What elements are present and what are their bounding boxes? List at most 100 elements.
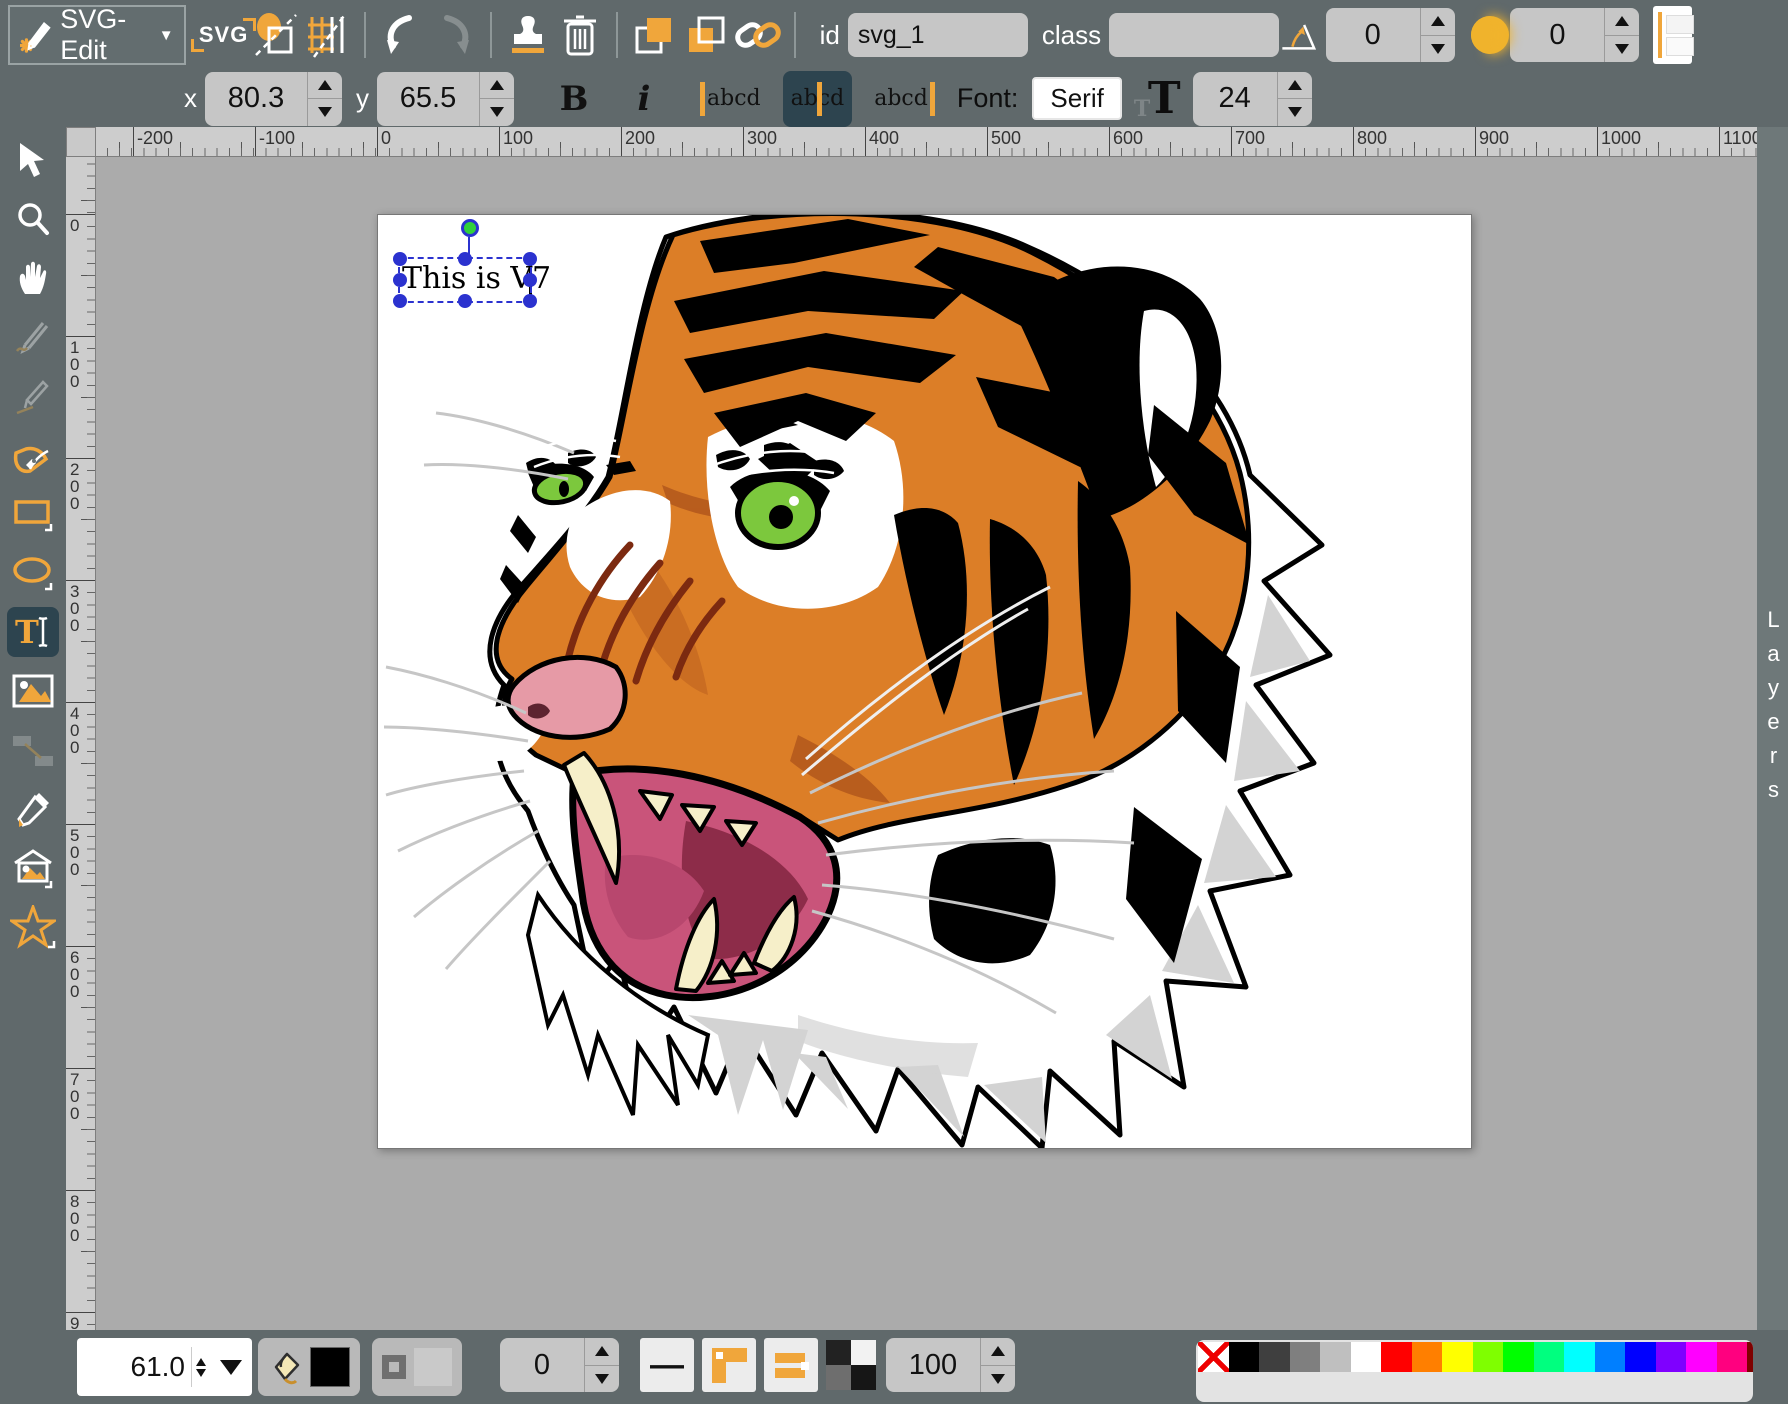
move-to-front-button[interactable]: [628, 9, 680, 61]
angle-down-button[interactable]: [1421, 36, 1455, 63]
move-to-back-button[interactable]: [680, 9, 732, 61]
zoom-value[interactable]: 61.0: [77, 1351, 191, 1383]
palette-swatch-none[interactable]: [1198, 1342, 1229, 1372]
y-up-button[interactable]: [480, 72, 514, 100]
palette-swatch-ff7f00[interactable]: [1412, 1342, 1443, 1372]
palette-swatch-7f00ff[interactable]: [1656, 1342, 1687, 1372]
resize-handle-nw[interactable]: [393, 252, 407, 266]
x-value[interactable]: 80.3: [205, 72, 307, 126]
swatch-panel-button[interactable]: [1653, 6, 1692, 64]
resize-handle-n[interactable]: [458, 252, 472, 266]
pencil-tool-button[interactable]: [7, 312, 59, 362]
font-size-icon: T T: [1148, 73, 1181, 124]
text-anchor-end-button[interactable]: abcd: [866, 71, 941, 127]
palette-swatch-ff0000[interactable]: [1381, 1342, 1412, 1372]
fill-color-swatch[interactable]: [310, 1347, 350, 1387]
palette-swatch-7fff00[interactable]: [1473, 1342, 1504, 1372]
palette-swatch-00ff7f[interactable]: [1534, 1342, 1565, 1372]
font-size-up-button[interactable]: [1278, 72, 1312, 100]
library-tool-button[interactable]: [7, 843, 59, 893]
blur-up-button[interactable]: [1605, 8, 1639, 36]
palette-swatch-3f3f3f[interactable]: [1259, 1342, 1290, 1372]
line-tool-button[interactable]: [7, 371, 59, 421]
stroke-style-button[interactable]: —: [640, 1338, 694, 1392]
tools-dock: T: [0, 127, 66, 1330]
path-tool-button[interactable]: [7, 430, 59, 480]
stroke-width-down-button[interactable]: [585, 1366, 619, 1393]
palette-swatch-7f7f7f[interactable]: [1290, 1342, 1321, 1372]
palette-swatch-7f0000[interactable]: [1747, 1342, 1753, 1372]
palette-swatch-00ff00[interactable]: [1503, 1342, 1534, 1372]
blur-value[interactable]: 0: [1510, 8, 1604, 62]
text-anchor-start-button[interactable]: abcd: [694, 71, 769, 127]
opacity-picker-icon[interactable]: [826, 1340, 876, 1390]
resize-handle-w[interactable]: [393, 273, 407, 287]
angle-up-button[interactable]: [1421, 8, 1455, 36]
source-editor-button[interactable]: SVG: [198, 9, 250, 61]
image-tool-button[interactable]: [7, 666, 59, 716]
star-tool-button[interactable]: [7, 902, 59, 952]
palette-swatch-ffff00[interactable]: [1442, 1342, 1473, 1372]
ellipse-tool-button[interactable]: [7, 548, 59, 598]
angle-value[interactable]: 0: [1326, 8, 1420, 62]
zoom-spin-buttons[interactable]: [191, 1347, 210, 1388]
bold-button[interactable]: B: [548, 73, 600, 125]
resize-handle-s[interactable]: [458, 294, 472, 308]
resize-handle-e[interactable]: [523, 273, 537, 287]
y-value[interactable]: 65.5: [377, 72, 479, 126]
x-up-button[interactable]: [308, 72, 342, 100]
element-class-input[interactable]: [1109, 13, 1279, 57]
stroke-width-up-button[interactable]: [585, 1338, 619, 1366]
grid-snap-button[interactable]: [302, 9, 354, 61]
stroke-width-value[interactable]: 0: [500, 1338, 584, 1392]
tiger-drawing[interactable]: [378, 215, 1471, 1148]
stroke-color-swatch[interactable]: [414, 1348, 452, 1386]
text-tool-button[interactable]: T: [7, 607, 59, 657]
shape-library-button[interactable]: [250, 9, 302, 61]
select-tool-button[interactable]: [7, 135, 59, 185]
workspace[interactable]: This is V7: [96, 157, 1757, 1330]
opacity-value[interactable]: 100: [886, 1338, 980, 1392]
x-down-button[interactable]: [308, 99, 342, 126]
blur-down-button[interactable]: [1605, 36, 1639, 63]
y-down-button[interactable]: [480, 99, 514, 126]
pan-tool-button[interactable]: [7, 253, 59, 303]
main-menu-button[interactable]: SVG-Edit ▼: [8, 5, 186, 65]
element-id-input[interactable]: [848, 13, 1028, 57]
redo-button[interactable]: [428, 9, 480, 61]
paint-bucket-icon: [268, 1349, 302, 1385]
font-family-button[interactable]: Serif: [1032, 77, 1121, 120]
opacity-down-button[interactable]: [981, 1366, 1015, 1393]
resize-handle-ne[interactable]: [523, 252, 537, 266]
resize-handle-se[interactable]: [523, 294, 537, 308]
palette-swatch-0000ff[interactable]: [1625, 1342, 1656, 1372]
layers-panel-toggle[interactable]: Layers: [1757, 127, 1788, 1330]
linejoin-button[interactable]: [702, 1338, 756, 1392]
italic-button[interactable]: i: [618, 73, 670, 125]
resize-handle-sw[interactable]: [393, 294, 407, 308]
text-anchor-middle-button[interactable]: abcd: [783, 71, 853, 127]
eyedropper-tool-button[interactable]: [7, 784, 59, 834]
make-link-button[interactable]: [732, 9, 784, 61]
rectangle-tool-button[interactable]: [7, 489, 59, 539]
delete-button[interactable]: [554, 9, 606, 61]
palette-swatch-ff00ff[interactable]: [1686, 1342, 1717, 1372]
palette-swatch-000000[interactable]: [1229, 1342, 1260, 1372]
palette-swatch-ffffff[interactable]: [1351, 1342, 1382, 1372]
palette-swatch-00ffff[interactable]: [1564, 1342, 1595, 1372]
font-size-down-button[interactable]: [1278, 99, 1312, 126]
palette-swatch-007fff[interactable]: [1595, 1342, 1626, 1372]
undo-button[interactable]: [376, 9, 428, 61]
linecap-button[interactable]: [764, 1338, 818, 1392]
zoom-dropdown-icon[interactable]: [210, 1360, 252, 1375]
connector-tool-button[interactable]: [7, 725, 59, 775]
font-size-value[interactable]: 24: [1193, 72, 1277, 126]
clone-button[interactable]: [502, 9, 554, 61]
palette-swatch-ff007f[interactable]: [1717, 1342, 1748, 1372]
opacity-up-button[interactable]: [981, 1338, 1015, 1366]
zoom-widget[interactable]: 61.0: [77, 1338, 252, 1396]
svg-canvas[interactable]: This is V7: [377, 214, 1472, 1149]
rotate-handle[interactable]: [461, 219, 479, 237]
zoom-tool-button[interactable]: [7, 194, 59, 244]
palette-swatch-bfbfbf[interactable]: [1320, 1342, 1351, 1372]
